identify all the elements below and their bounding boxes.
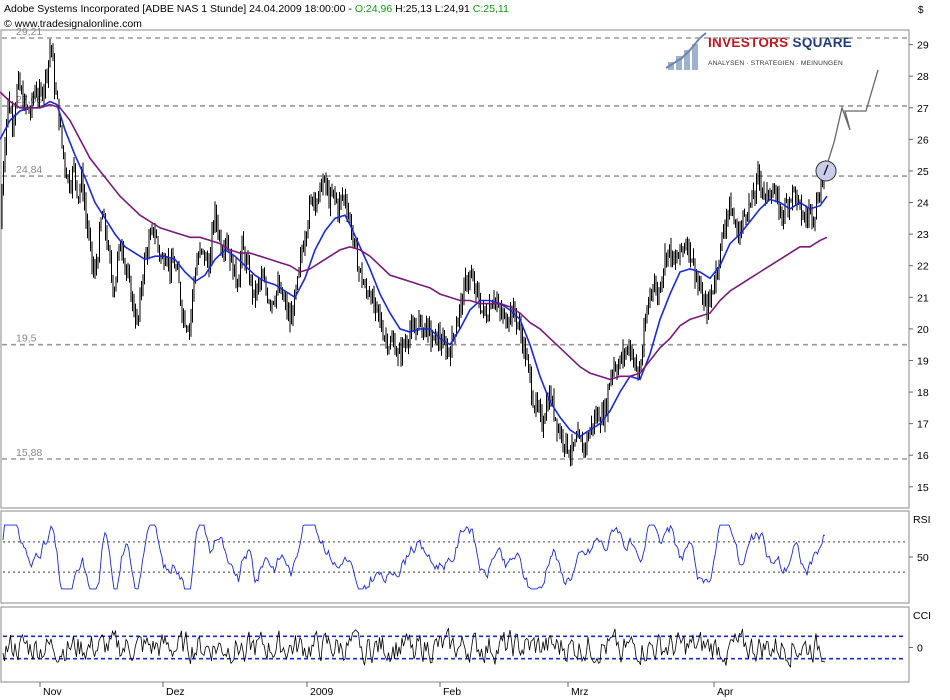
level-label: 24,84 (16, 164, 42, 176)
x-tick-label: Dez (166, 686, 185, 698)
y-tick-label: 23 (917, 229, 929, 241)
y-tick-label: 28 (917, 71, 929, 83)
cci-tick-label: 0 (917, 643, 923, 655)
y-tick-label: 29 (917, 40, 929, 52)
x-tick-label: Mrz (571, 686, 589, 698)
rsi-tick-label: 50 (917, 552, 929, 564)
chart-svg: INVESTORS SQUARE ANALYSEN · STRATEGIEN ·… (0, 5, 931, 698)
y-tick-label: 24 (917, 198, 929, 210)
price-panel (0, 29, 910, 509)
y-tick-label: 27 (917, 103, 929, 115)
level-label: 15,88 (16, 447, 42, 459)
level-label: 29,21 (16, 26, 42, 38)
y-tick-label: 21 (917, 292, 929, 304)
y-tick-label: 18 (917, 387, 929, 399)
y-tick-label: 26 (917, 134, 929, 146)
x-tick-label: Nov (43, 686, 62, 698)
currency-label: $ (918, 5, 924, 16)
rsi-label: RSI (913, 514, 931, 526)
y-tick-label: 17 (917, 419, 929, 431)
x-tick-label: Feb (443, 686, 461, 698)
y-tick-label: 25 (917, 166, 929, 178)
logo-tagline: ANALYSEN · STRATEGIEN · MEINUNGEN (708, 60, 843, 67)
y-tick-label: 15 (917, 482, 929, 494)
y-tick-label: 16 (917, 450, 929, 462)
level-label: 19,5 (16, 333, 37, 345)
cci-label: CCI (913, 610, 931, 622)
y-tick-label: 22 (917, 261, 929, 273)
cci-panel (0, 606, 910, 683)
x-tick-label: Apr (717, 686, 734, 698)
y-tick-label: 20 (917, 324, 929, 336)
x-tick-label: 2009 (310, 686, 334, 698)
y-tick-label: 19 (917, 355, 929, 367)
